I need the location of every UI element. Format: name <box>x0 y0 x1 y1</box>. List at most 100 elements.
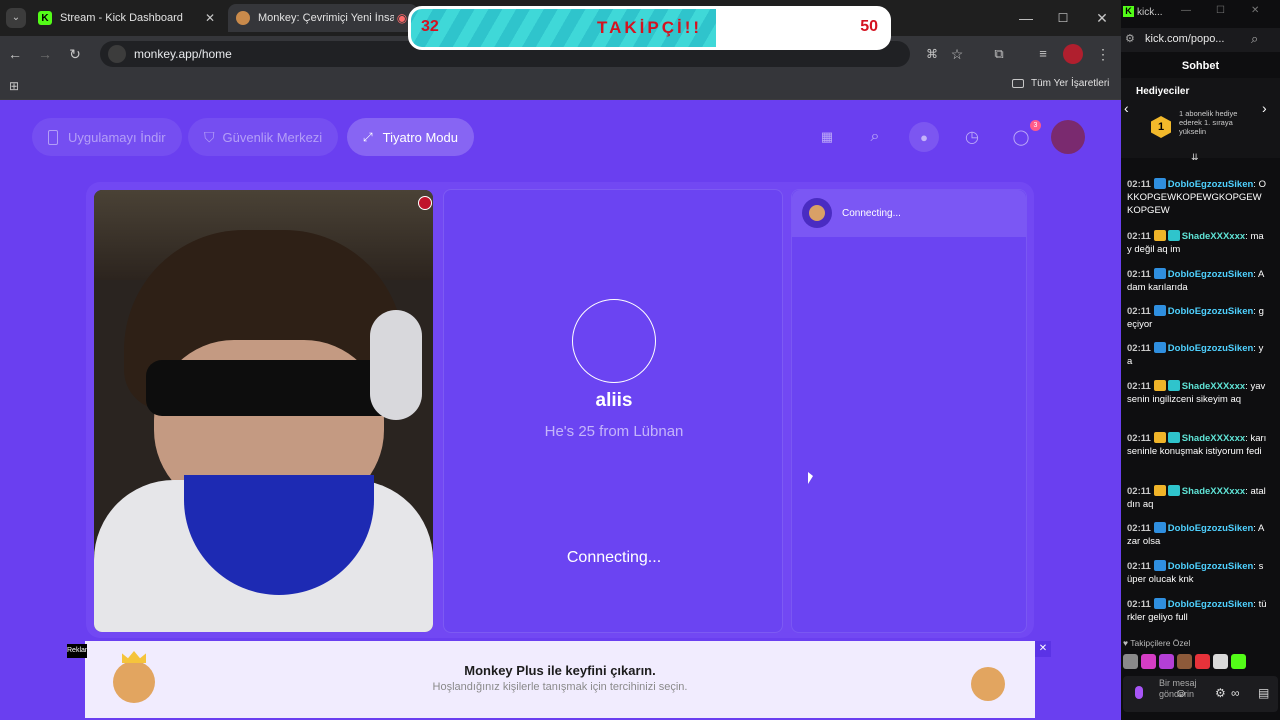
close-window-button[interactable]: ✕ <box>1092 8 1112 28</box>
chevron-left-icon[interactable]: ‹ <box>1124 100 1129 116</box>
search-icon[interactable]: ⌕ <box>1251 31 1258 47</box>
shield-icon: ⛉ <box>204 128 215 145</box>
chat-message: 02:11 DobloEgzozuSiken: ya <box>1127 342 1267 368</box>
maximize-button[interactable]: ☐ <box>1053 8 1073 28</box>
partner-info: He's 25 from Lübnan <box>544 423 684 440</box>
message-username[interactable]: DobloEgzozuSiken <box>1168 561 1254 572</box>
message-time: 02:11 <box>1127 433 1151 444</box>
safety-center-button[interactable]: ⛉ Güvenlik Merkezi <box>188 118 339 156</box>
chat-status: Connecting... <box>842 208 901 219</box>
message-username[interactable]: DobloEgzozuSiken <box>1168 306 1254 317</box>
microphone-icon[interactable] <box>1135 686 1143 699</box>
ad-label: Reklam <box>67 644 87 658</box>
message-username[interactable]: DobloEgzozuSiken <box>1168 343 1254 354</box>
infinity-icon[interactable]: ∞ <box>1231 686 1240 700</box>
extensions-icon[interactable]: ⧉ <box>989 44 1009 64</box>
sword-badge-icon <box>1153 305 1166 316</box>
chevron-right-icon[interactable]: › <box>1262 100 1267 116</box>
close-tab-icon[interactable]: ✕ <box>202 11 218 25</box>
message-time: 02:11 <box>1127 486 1151 497</box>
kick-icon: K <box>38 11 52 25</box>
connecting-status: Connecting... <box>566 549 662 566</box>
collapse-icon[interactable]: ⇊ <box>1191 152 1199 163</box>
site-info-icon[interactable] <box>108 45 126 63</box>
promo-title: Monkey Plus ile keyfini çıkarın. <box>464 663 656 678</box>
tab-kick-dashboard[interactable]: K Stream - Kick Dashboard ✕ <box>30 4 226 32</box>
promo-subtitle: Hoşlandığınız kişilerle tanışmak için te… <box>432 681 688 693</box>
tab-search-button[interactable]: ⌄ <box>6 8 26 28</box>
report-icon[interactable] <box>418 196 432 210</box>
history-icon[interactable]: ◷ <box>957 122 987 152</box>
download-app-button[interactable]: Uygulamayı İndir <box>32 118 182 156</box>
sword-badge-icon <box>1153 342 1166 353</box>
message-time: 02:11 <box>1127 231 1151 242</box>
goal-label: TAKİPÇİ!! <box>596 18 703 37</box>
site-settings-icon[interactable]: ⚙ <box>1125 32 1135 45</box>
partner-avatar <box>572 299 656 383</box>
message-username[interactable]: ShadeXXXxxx <box>1182 433 1245 444</box>
notification-badge: 3 <box>1030 120 1041 131</box>
emote-icon[interactable] <box>1123 654 1138 669</box>
mouse-cursor <box>808 472 813 484</box>
message-username[interactable]: DobloEgzozuSiken <box>1168 523 1254 534</box>
profile-avatar[interactable] <box>1063 44 1083 64</box>
tab-monkey[interactable]: Monkey: Çevrimiçi Yeni İnsa ◉ <box>228 4 418 32</box>
monkey-icon <box>802 198 832 228</box>
chat-message: 02:11 DobloEgzozuSiken: Azar olsa <box>1127 522 1267 548</box>
emote-icon[interactable] <box>1195 654 1210 669</box>
message-username[interactable]: ShadeXXXxxx <box>1182 231 1245 242</box>
chat-input[interactable]: Bir mesaj gönderin ☺ ⚙ ∞ ▤ <box>1123 676 1278 712</box>
theater-mode-button[interactable]: ⤢ Tiyatro Modu <box>347 118 474 156</box>
message-time: 02:11 <box>1127 343 1151 354</box>
close-banner-button[interactable]: ✕ <box>1035 641 1051 657</box>
subscriber-badge-icon <box>1167 380 1180 391</box>
subscriber-badge-icon <box>1167 230 1180 241</box>
store-icon[interactable]: ▤ <box>1258 686 1269 700</box>
kick-titlebar: K kick... — ☐ ✕ <box>1121 0 1280 28</box>
followers-only-notice: ♥ Takipçilere Özel <box>1123 638 1191 648</box>
subscriber-badge-icon <box>1167 432 1180 443</box>
message-username[interactable]: DobloEgzozuSiken <box>1168 599 1254 610</box>
kick-address-bar[interactable]: ⚙ kick.com/popo... ⌕ <box>1121 28 1280 52</box>
minimize-button[interactable]: — <box>1181 5 1191 16</box>
apps-grid-icon[interactable]: ⊞ <box>4 76 24 96</box>
message-username[interactable]: ShadeXXXxxx <box>1182 486 1245 497</box>
chat-message: 02:11 ShadeXXXxxx: may değil aq im <box>1127 230 1267 256</box>
minimize-button[interactable]: — <box>1016 8 1036 28</box>
settings-icon[interactable]: ⚙ <box>1215 686 1226 700</box>
sword-badge-icon <box>1153 598 1166 609</box>
forward-icon[interactable]: → <box>35 44 55 64</box>
folder-icon <box>1012 79 1024 88</box>
phone-icon <box>48 129 58 145</box>
media-control-icon[interactable]: ≡ <box>1033 44 1053 64</box>
sunglasses <box>146 360 396 416</box>
user-avatar[interactable] <box>1051 120 1085 154</box>
emote-icon[interactable] <box>1141 654 1156 669</box>
free-shop-icon[interactable]: ▦ <box>812 122 842 152</box>
sword-badge-icon <box>1153 268 1166 279</box>
emote-bar <box>1123 654 1261 672</box>
message-username[interactable]: DobloEgzozuSiken <box>1168 269 1254 280</box>
friends-icon[interactable]: ● <box>909 122 939 152</box>
maximize-button[interactable]: ☐ <box>1216 5 1225 16</box>
emote-icon[interactable] <box>1231 654 1246 669</box>
emoji-icon[interactable]: ☺ <box>1175 686 1187 700</box>
emote-icon[interactable] <box>1213 654 1228 669</box>
message-username[interactable]: DobloEgzozuSiken <box>1168 179 1254 190</box>
kick-icon: K <box>1123 6 1134 17</box>
search-icon[interactable]: ⌕ <box>860 122 890 152</box>
back-icon[interactable]: ← <box>5 44 25 64</box>
message-username[interactable]: ShadeXXXxxx <box>1182 381 1245 392</box>
monkey-plus-banner[interactable]: Monkey Plus ile keyfini çıkarın. Hoşland… <box>85 641 1051 718</box>
close-window-button[interactable]: ✕ <box>1251 5 1259 16</box>
chat-message: 02:11 DobloEgzozuSiken: süper olucak knk <box>1127 560 1267 586</box>
emote-icon[interactable] <box>1159 654 1174 669</box>
chat-title: Sohbet <box>1181 60 1220 72</box>
chat-message: 02:11 ShadeXXXxxx: ataldın aq <box>1127 485 1267 511</box>
bookmark-star-icon[interactable]: ☆ <box>947 44 967 64</box>
emote-icon[interactable] <box>1177 654 1192 669</box>
all-bookmarks-button[interactable]: Tüm Yer İşaretleri <box>1012 78 1109 89</box>
reload-icon[interactable]: ↻ <box>65 44 85 64</box>
menu-icon[interactable]: ⋮ <box>1093 44 1113 64</box>
translate-icon[interactable]: ⌘ <box>922 44 942 64</box>
